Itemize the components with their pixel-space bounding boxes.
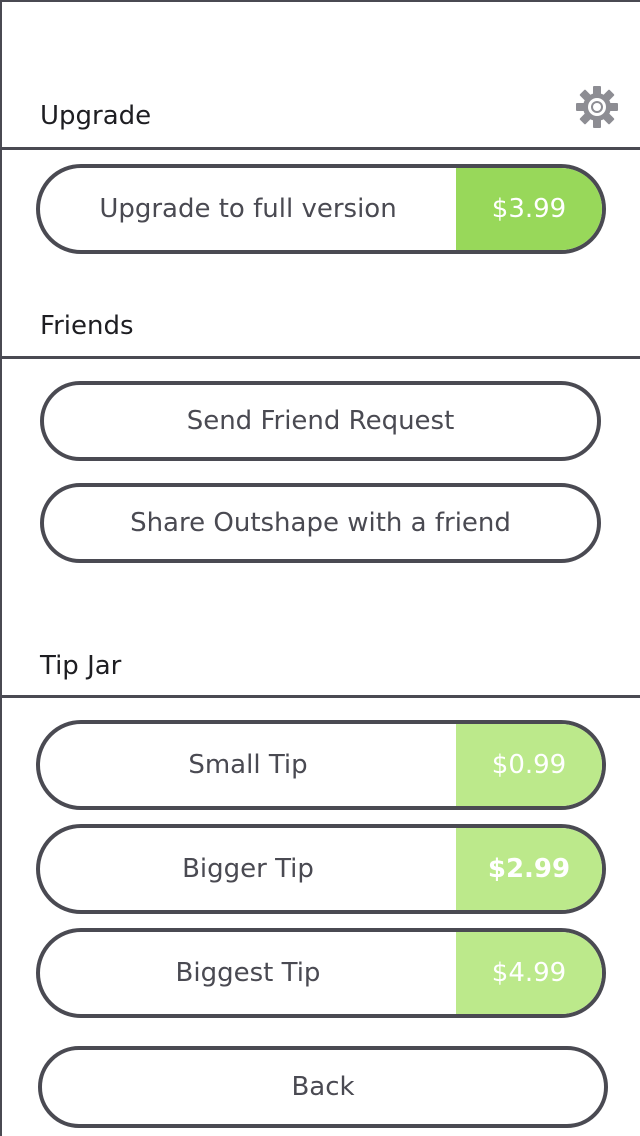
biggest-tip-price: $4.99 (456, 932, 602, 1014)
tipjar-section-title: Tip Jar (40, 651, 122, 681)
upgrade-divider (0, 147, 640, 150)
small-tip-price: $0.99 (456, 724, 602, 806)
upgrade-label: Upgrade to full version (99, 194, 397, 224)
back-button[interactable]: Back (38, 1046, 608, 1128)
gear-icon[interactable] (574, 84, 620, 130)
bigger-tip-button[interactable]: Bigger Tip $2.99 (36, 824, 606, 914)
bigger-tip-price: $2.99 (456, 828, 602, 910)
friends-section-title: Friends (40, 311, 134, 341)
biggest-tip-button[interactable]: Biggest Tip $4.99 (36, 928, 606, 1018)
upgrade-price: $3.99 (456, 168, 602, 250)
send-friend-request-label: Send Friend Request (186, 406, 455, 436)
biggest-tip-label: Biggest Tip (175, 958, 321, 988)
share-with-friend-button[interactable]: Share Outshape with a friend (40, 483, 601, 563)
tipjar-divider (0, 695, 640, 698)
small-tip-button[interactable]: Small Tip $0.99 (36, 720, 606, 810)
send-friend-request-button[interactable]: Send Friend Request (40, 381, 601, 461)
upgrade-section-title: Upgrade (40, 101, 152, 131)
friends-divider (0, 356, 640, 359)
back-label: Back (291, 1072, 355, 1102)
bigger-tip-label: Bigger Tip (182, 854, 314, 884)
share-with-friend-label: Share Outshape with a friend (130, 508, 511, 538)
small-tip-label: Small Tip (188, 750, 308, 780)
upgrade-button[interactable]: Upgrade to full version $3.99 (36, 164, 606, 254)
